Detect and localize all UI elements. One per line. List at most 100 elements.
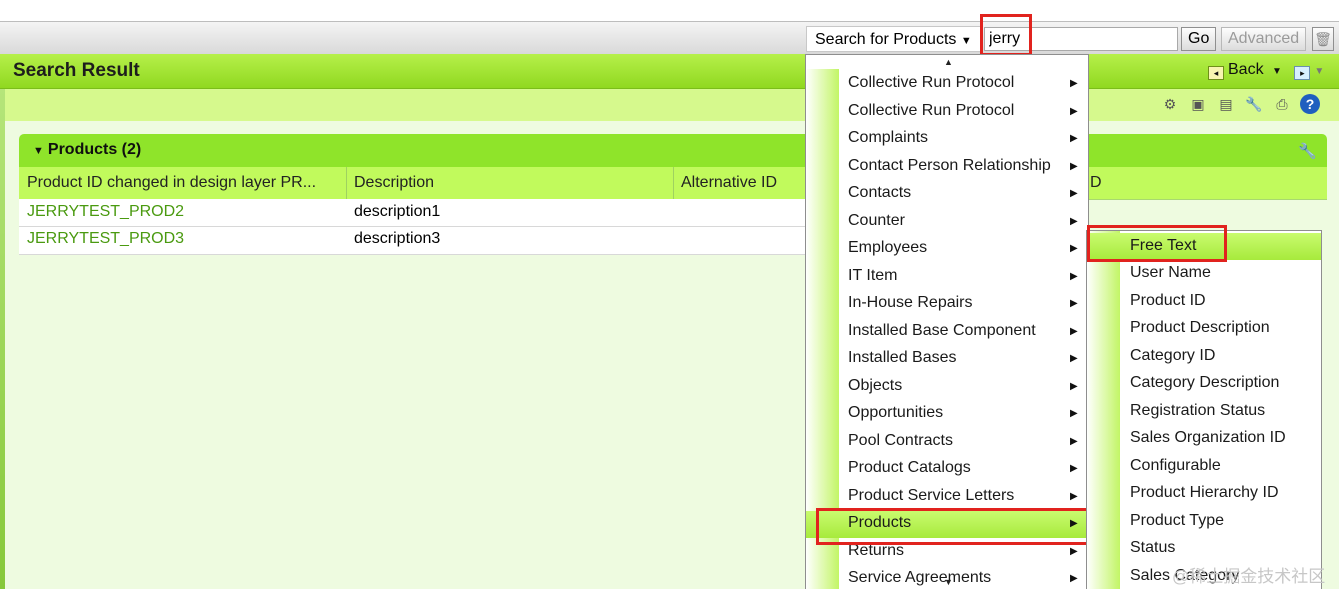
- submenu-item[interactable]: Product Type: [1087, 508, 1321, 535]
- forward-icon[interactable]: ▸: [1294, 66, 1311, 80]
- menu-item-label: Product Service Letters: [848, 487, 1015, 504]
- menu-item-label: Contacts: [848, 184, 912, 201]
- products-panel-header: [19, 134, 1327, 167]
- product-id-link[interactable]: JERRYTEST_PROD2: [27, 203, 184, 221]
- menu-item-label: IT Item: [848, 267, 898, 284]
- settings-icon[interactable]: ⚙: [1160, 94, 1180, 114]
- menu-item-label: Collective Run Protocol: [848, 102, 1015, 119]
- chevron-down-icon: ▼: [1272, 66, 1282, 77]
- menu-item[interactable]: Returns ▶: [806, 539, 1088, 566]
- search-input[interactable]: [984, 27, 1178, 51]
- submenu-arrow-icon: ▶: [1070, 243, 1078, 254]
- submenu-arrow-icon: ▶: [1070, 271, 1078, 282]
- watermark: @稀土掘金技术社区: [1172, 567, 1326, 586]
- menu-item[interactable]: Contact Person Relationship ▶: [806, 154, 1088, 181]
- submenu-arrow-icon: ▶: [1070, 463, 1078, 474]
- search-object-select[interactable]: Search for Products ▼: [806, 26, 981, 52]
- submenu-item[interactable]: Configurable: [1087, 453, 1321, 480]
- menu-item-label: Returns: [848, 542, 905, 559]
- menu-item-label: Opportunities: [848, 404, 944, 421]
- submenu-arrow-icon: ▶: [1070, 78, 1078, 89]
- submenu-item[interactable]: Category ID: [1087, 343, 1321, 370]
- submenu-arrow-icon: ▶: [1070, 381, 1078, 392]
- menu-item[interactable]: Complaints ▶: [806, 126, 1088, 153]
- print-icon[interactable]: ⎙: [1272, 94, 1292, 114]
- page-title: Search Result: [13, 60, 140, 81]
- advanced-button[interactable]: Advanced: [1221, 27, 1307, 51]
- menu-item[interactable]: Collective Run Protocol ▶: [806, 71, 1088, 98]
- search-object-label: Search for Products: [815, 31, 957, 48]
- products-panel-toggle[interactable]: ▼ Products (2): [33, 141, 141, 159]
- go-button[interactable]: Go: [1181, 27, 1217, 51]
- submenu-item[interactable]: Registration Status: [1087, 398, 1321, 425]
- back-button[interactable]: ◂ Back ▼ ▸ ▼: [1208, 61, 1324, 80]
- menu-item-label: Counter: [848, 212, 905, 229]
- row-divider: [19, 226, 806, 227]
- products-submenu: Free Text User Name Product ID Product D…: [1086, 230, 1322, 589]
- menu-item[interactable]: Collective Run Protocol ▶: [806, 99, 1088, 126]
- submenu-arrow-icon: ▶: [1070, 408, 1078, 419]
- submenu-item[interactable]: User Name: [1087, 260, 1321, 287]
- submenu-item-label: Product Hierarchy ID: [1130, 484, 1279, 501]
- menu-item[interactable]: In-House Repairs ▶: [806, 291, 1088, 318]
- menu-item-label: Service Agreements: [848, 569, 992, 586]
- search-object-menu: ▲ Collective Run Protocol ▶ Collective Ru…: [805, 54, 1089, 589]
- menu-item-label: Products: [848, 514, 912, 531]
- menu-item-label: Product Catalogs: [848, 459, 971, 476]
- submenu-item[interactable]: Status: [1087, 535, 1321, 562]
- menu-item[interactable]: Pool Contracts ▶: [806, 429, 1088, 456]
- menu-item[interactable]: IT Item ▶: [806, 264, 1088, 291]
- print-preview-icon[interactable]: ▤: [1216, 94, 1236, 114]
- column-header-description[interactable]: Description: [354, 174, 434, 192]
- submenu-item[interactable]: Product ID: [1087, 288, 1321, 315]
- trash-icon[interactable]: 🗑: [1312, 27, 1334, 51]
- submenu-item-free-text[interactable]: Free Text: [1087, 233, 1321, 260]
- products-panel-title: Products (2): [47, 141, 142, 158]
- menu-item[interactable]: Contacts ▶: [806, 181, 1088, 208]
- column-header-alternative-id[interactable]: Alternative ID: [681, 174, 777, 192]
- menu-item[interactable]: Installed Bases ▶: [806, 346, 1088, 373]
- submenu-item-label: User Name: [1130, 264, 1211, 281]
- personalize-icon[interactable]: ▣: [1188, 94, 1208, 114]
- submenu-item-label: Registration Status: [1130, 402, 1266, 419]
- scroll-down-icon[interactable]: ▼: [944, 577, 953, 587]
- submenu-arrow-icon: ▶: [1070, 436, 1078, 447]
- submenu-arrow-icon: ▶: [1070, 216, 1078, 227]
- submenu-arrow-icon: ▶: [1070, 326, 1078, 337]
- help-icon[interactable]: ?: [1300, 94, 1320, 114]
- submenu-item[interactable]: Sales Organization ID: [1087, 425, 1321, 452]
- menu-item[interactable]: Opportunities ▶: [806, 401, 1088, 428]
- page-tool-icons: ⚙ ▣ ▤ 🔧 ⎙?: [1152, 94, 1320, 116]
- product-id-link[interactable]: JERRYTEST_PROD3: [27, 230, 184, 248]
- page-title-bar: [0, 54, 1339, 89]
- menu-item-products[interactable]: Products ▶: [806, 511, 1088, 538]
- menu-item-label: In-House Repairs: [848, 294, 973, 311]
- wrench-icon[interactable]: 🔧: [1298, 142, 1317, 160]
- submenu-arrow-icon: ▶: [1070, 188, 1078, 199]
- submenu-arrow-icon: ▶: [1070, 298, 1078, 309]
- submenu-item[interactable]: Category Description: [1087, 370, 1321, 397]
- submenu-item[interactable]: Product Description: [1087, 315, 1321, 342]
- menu-item-label: Objects: [848, 377, 903, 394]
- menu-item[interactable]: Installed Base Component ▶: [806, 319, 1088, 346]
- submenu-item-label: Category ID: [1130, 347, 1216, 364]
- chevron-down-icon: ▼: [1314, 66, 1325, 77]
- menu-item-label: Collective Run Protocol: [848, 74, 1015, 91]
- menu-item-label: Pool Contracts: [848, 432, 953, 449]
- submenu-item-label: Product ID: [1130, 292, 1206, 309]
- column-header-product-id[interactable]: Product ID changed in design layer PR...: [27, 174, 316, 192]
- submenu-arrow-icon: ▶: [1070, 518, 1078, 529]
- menu-item[interactable]: Product Service Letters ▶: [806, 484, 1088, 511]
- column-divider: [673, 167, 674, 199]
- scroll-up-icon[interactable]: ▲: [944, 57, 953, 67]
- menu-item[interactable]: Employees ▶: [806, 236, 1088, 263]
- menu-item[interactable]: Counter ▶: [806, 209, 1088, 236]
- submenu-item-label: Category Description: [1130, 374, 1280, 391]
- submenu-arrow-icon: ▶: [1070, 106, 1078, 117]
- submenu-item[interactable]: Product Hierarchy ID: [1087, 480, 1321, 507]
- menu-item[interactable]: Product Catalogs ▶: [806, 456, 1088, 483]
- menu-item[interactable]: Objects ▶: [806, 374, 1088, 401]
- submenu-arrow-icon: ▶: [1070, 161, 1078, 172]
- wrench-icon[interactable]: 🔧: [1244, 94, 1264, 114]
- left-edge-strip: [0, 89, 5, 589]
